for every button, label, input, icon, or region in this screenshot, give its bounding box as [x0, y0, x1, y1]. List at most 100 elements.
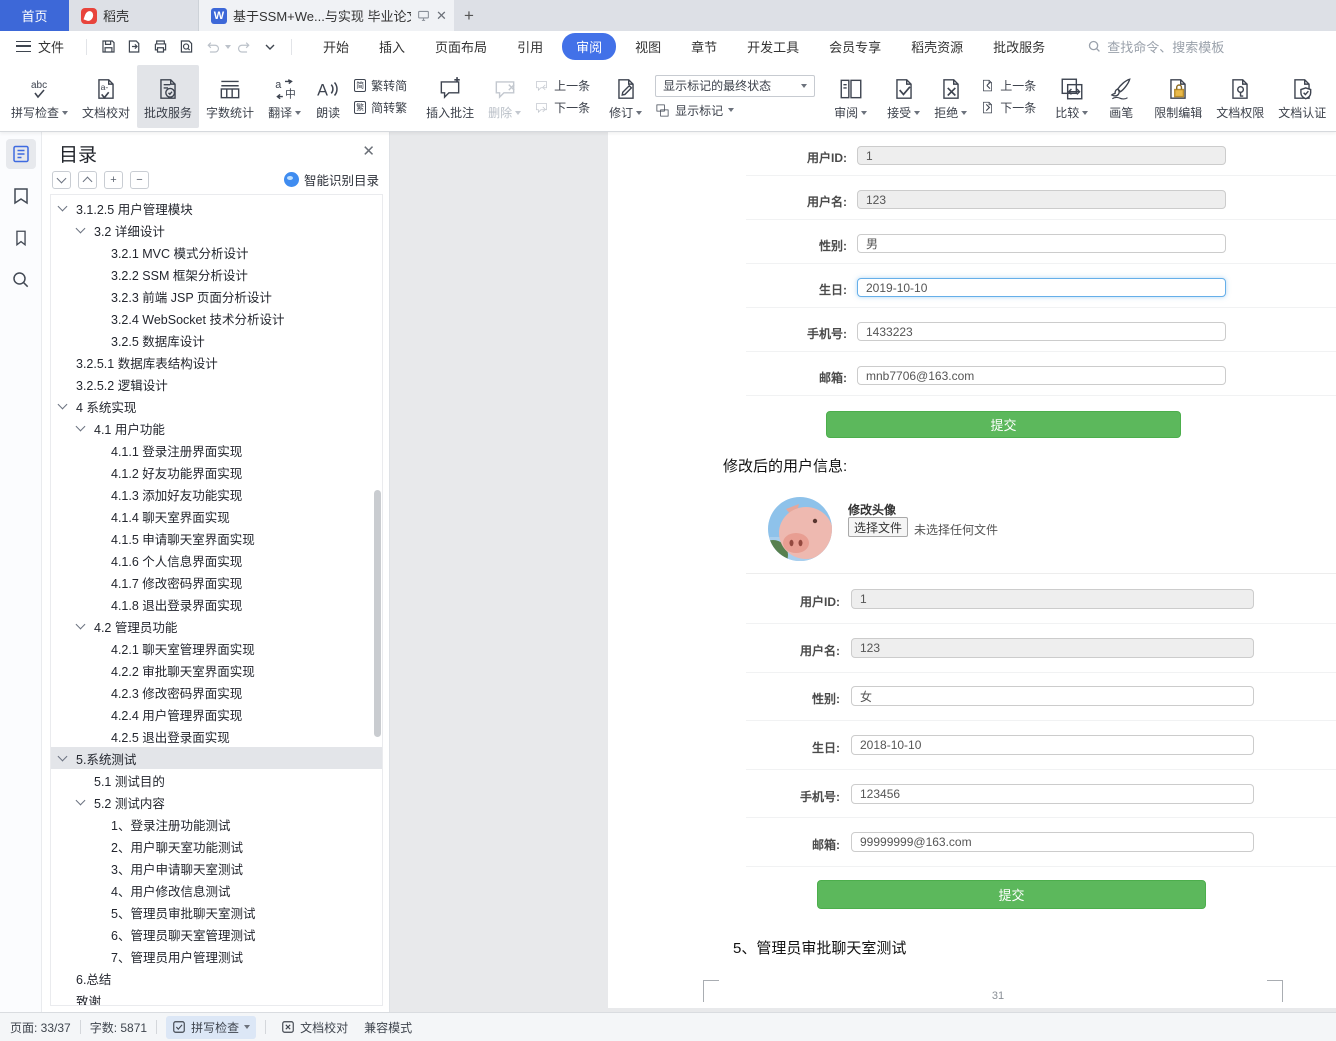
status-page[interactable]: 页面: 33/37 [10, 1019, 71, 1036]
doc-permission-button[interactable]: 文档权限 [1209, 62, 1271, 131]
menu-dev-tools[interactable]: 开发工具 [732, 33, 814, 60]
toolbar-more-icon[interactable] [257, 36, 283, 58]
review-pane-button[interactable]: 审阅 [827, 62, 874, 131]
toc-item[interactable]: 4、用户修改信息测试 [51, 879, 382, 901]
toc-item[interactable]: 3.2.4 WebSocket 技术分析设计 [51, 307, 382, 329]
compare-button[interactable]: 比较 [1048, 62, 1095, 131]
toc-item[interactable]: 6.总结 [51, 967, 382, 989]
toc-item[interactable]: 4.1 用户功能 [51, 417, 382, 439]
toc-item[interactable]: 2、用户聊天室功能测试 [51, 835, 382, 857]
read-aloud-button[interactable]: A 朗读 [308, 62, 348, 131]
toc-item[interactable]: 4.2.4 用户管理界面实现 [51, 703, 382, 725]
menu-insert[interactable]: 插入 [364, 33, 420, 60]
print-button[interactable] [147, 36, 173, 58]
toc-item[interactable]: 3.1.2.5 用户管理模块 [51, 197, 382, 219]
annotation-panel-button[interactable] [6, 181, 36, 211]
doc-certification-button[interactable]: 文档认证 [1271, 62, 1333, 131]
toc-close-icon[interactable]: ✕ [362, 142, 375, 160]
file-menu-button[interactable]: 文件 [16, 37, 78, 56]
prev-comment-button[interactable]: 上一条 [534, 77, 590, 94]
toc-item[interactable]: 4.1.3 添加好友功能实现 [51, 483, 382, 505]
menu-page-layout[interactable]: 页面布局 [420, 33, 502, 60]
delete-comment-button[interactable]: 删除 [481, 62, 528, 131]
tab-home[interactable]: 首页 [0, 0, 69, 31]
trad-to-simp-button[interactable]: 简繁转简 [354, 77, 407, 94]
find-panel-button[interactable] [6, 265, 36, 295]
doc-proof-button[interactable]: a- 文档校对 [75, 62, 137, 131]
print-preview-button[interactable] [173, 36, 199, 58]
sync-screen-icon[interactable] [417, 9, 430, 22]
menu-docer-res[interactable]: 稻壳资源 [896, 33, 978, 60]
next-change-button[interactable]: 下一条 [980, 99, 1036, 116]
redo-button[interactable] [231, 36, 257, 58]
spell-check-button[interactable]: abc 拼写检查 [4, 62, 75, 131]
toc-collapse-all-button[interactable] [78, 171, 97, 189]
toc-scrollbar-thumb[interactable] [374, 490, 381, 737]
reject-button[interactable]: 拒绝 [927, 62, 974, 131]
toc-item[interactable]: 3.2.3 前端 JSP 页面分析设计 [51, 285, 382, 307]
toc-item[interactable]: 4.1.7 修改密码界面实现 [51, 571, 382, 593]
prev-change-button[interactable]: 上一条 [980, 77, 1036, 94]
toc-item[interactable]: 7、管理员用户管理测试 [51, 945, 382, 967]
toc-item[interactable]: 3.2.5 数据库设计 [51, 329, 382, 351]
status-spell-check-toggle[interactable]: 拼写检查 [166, 1016, 256, 1039]
menu-home[interactable]: 开始 [308, 33, 364, 60]
toc-item-selected[interactable]: 5.系统测试 [51, 747, 382, 769]
toc-item[interactable]: 4.2.2 审批聊天室界面实现 [51, 659, 382, 681]
menu-section[interactable]: 章节 [676, 33, 732, 60]
toc-item[interactable]: 4.1.4 聊天室界面实现 [51, 505, 382, 527]
smart-toc-button[interactable]: 智能识别目录 [284, 170, 379, 189]
toc-expand-all-button[interactable] [52, 171, 71, 189]
simp-to-trad-button[interactable]: 繁简转繁 [354, 99, 407, 116]
toc-panel-button[interactable] [6, 139, 36, 169]
toc-zoom-out-button[interactable]: − [130, 171, 149, 189]
ink-button[interactable]: 画笔 [1101, 62, 1141, 131]
toc-item[interactable]: 4.2.5 退出登录面实现 [51, 725, 382, 747]
toc-item[interactable]: 1、登录注册功能测试 [51, 813, 382, 835]
menu-view[interactable]: 视图 [620, 33, 676, 60]
toc-item[interactable]: 4 系统实现 [51, 395, 382, 417]
translate-button[interactable]: a中 翻译 [261, 62, 308, 131]
tab-document[interactable]: W 基于SSM+We...与实现 毕业论文 ✕ [199, 0, 454, 31]
toc-item[interactable]: 4.2 管理员功能 [51, 615, 382, 637]
toc-item[interactable]: 6、管理员聊天室管理测试 [51, 923, 382, 945]
command-search[interactable]: 查找命令、搜索模板 [1088, 37, 1224, 56]
menu-correction[interactable]: 批改服务 [978, 33, 1060, 60]
toc-zoom-in-button[interactable]: + [104, 171, 123, 189]
status-doc-proof-button[interactable]: 文档校对 [275, 1016, 354, 1039]
save-button[interactable] [95, 36, 121, 58]
word-count-button[interactable]: 字数统计 [199, 62, 261, 131]
menu-references[interactable]: 引用 [502, 33, 558, 60]
tab-close-icon[interactable]: ✕ [436, 8, 447, 24]
toc-item[interactable]: 4.1.8 退出登录界面实现 [51, 593, 382, 615]
tab-docer[interactable]: 稻壳 [69, 0, 199, 31]
insert-comment-button[interactable]: 插入批注 [419, 62, 481, 131]
menu-review[interactable]: 审阅 [562, 33, 616, 60]
toc-item[interactable]: 3.2.5.2 逻辑设计 [51, 373, 382, 395]
markup-state-dropdown[interactable]: 显示标记的最终状态 [655, 75, 815, 97]
track-changes-button[interactable]: 修订 [602, 62, 649, 131]
export-button[interactable] [121, 36, 147, 58]
restrict-editing-button[interactable]: 限制编辑 [1147, 62, 1209, 131]
toc-item[interactable]: 4.1.6 个人信息界面实现 [51, 549, 382, 571]
toc-item[interactable]: 5.1 测试目的 [51, 769, 382, 791]
toc-item[interactable]: 4.2.1 聊天室管理界面实现 [51, 637, 382, 659]
toc-item[interactable]: 3.2.2 SSM 框架分析设计 [51, 263, 382, 285]
toc-item[interactable]: 5.2 测试内容 [51, 791, 382, 813]
toc-item[interactable]: 4.1.2 好友功能界面实现 [51, 461, 382, 483]
new-tab-button[interactable]: + [454, 0, 484, 31]
toc-item[interactable]: 致谢 [51, 989, 382, 1006]
correction-service-button[interactable]: 批改服务 [137, 65, 199, 128]
toc-item[interactable]: 5、管理员审批聊天室测试 [51, 901, 382, 923]
show-markup-button[interactable]: 显示标记 [655, 102, 815, 119]
bookmark-panel-button[interactable] [6, 223, 36, 253]
document-page[interactable]: 用户ID: 1 用户名: 123 性别: 男 生日: 2019-10-10 手机… [608, 132, 1336, 1008]
next-comment-button[interactable]: 下一条 [534, 99, 590, 116]
toc-item[interactable]: 3.2 详细设计 [51, 219, 382, 241]
toc-item[interactable]: 3、用户申请聊天室测试 [51, 857, 382, 879]
toc-item[interactable]: 4.1.5 申请聊天室界面实现 [51, 527, 382, 549]
undo-button[interactable] [199, 36, 225, 58]
accept-button[interactable]: 接受 [880, 62, 927, 131]
menu-member[interactable]: 会员专享 [814, 33, 896, 60]
status-word-count[interactable]: 字数: 5871 [90, 1019, 147, 1036]
